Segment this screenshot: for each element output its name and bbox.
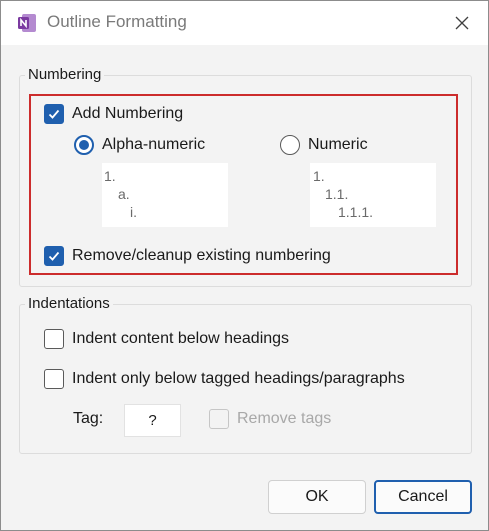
preview-line-2: a.: [118, 186, 130, 202]
preview-line-3: i.: [130, 204, 137, 220]
indent-tagged-label: Indent only below tagged headings/paragr…: [72, 370, 405, 387]
numbering-legend: Numbering: [25, 66, 105, 83]
close-button[interactable]: [447, 9, 477, 37]
alpha-numeric-radio[interactable]: Alpha-numeric: [74, 135, 205, 155]
numeric-label: Numeric: [308, 136, 368, 153]
window-title: Outline Formatting: [47, 12, 187, 31]
onenote-icon: [17, 13, 37, 33]
remove-cleanup-label: Remove/cleanup existing numbering: [72, 247, 331, 264]
numeric-preview: 1. 1.1. 1.1.1.: [310, 163, 436, 227]
remove-tags-checkbox[interactable]: Remove tags: [209, 409, 331, 429]
preview-line-2: 1.1.: [325, 186, 349, 202]
cancel-button[interactable]: Cancel: [374, 480, 472, 514]
checkbox-disabled-box: [209, 409, 229, 429]
indent-content-label: Indent content below headings: [72, 330, 290, 347]
preview-line-1: 1.: [104, 168, 116, 184]
indent-tagged-checkbox[interactable]: Indent only below tagged headings/paragr…: [44, 369, 405, 389]
indent-content-checkbox[interactable]: Indent content below headings: [44, 329, 289, 349]
alpha-numeric-label: Alpha-numeric: [102, 136, 206, 153]
numeric-radio[interactable]: Numeric: [280, 135, 368, 155]
checkbox-checked-box: [44, 246, 64, 266]
indentations-legend: Indentations: [25, 295, 113, 312]
tag-label: Tag:: [73, 410, 104, 427]
check-icon: [48, 109, 60, 119]
remove-tags-label: Remove tags: [237, 410, 332, 427]
preview-line-1: 1.: [313, 168, 325, 184]
checkbox-empty-box: [44, 369, 64, 389]
outline-formatting-dialog: Outline Formatting Numbering Add Numberi…: [0, 0, 489, 531]
remove-cleanup-checkbox[interactable]: Remove/cleanup existing numbering: [44, 246, 331, 266]
ok-button[interactable]: OK: [268, 480, 366, 514]
checkbox-checked-box: [44, 104, 64, 124]
title-bar: Outline Formatting: [1, 1, 488, 45]
tag-input[interactable]: ?: [124, 404, 181, 437]
add-numbering-checkbox[interactable]: Add Numbering: [44, 104, 183, 124]
alpha-numeric-preview: 1. a. i.: [102, 163, 228, 227]
preview-line-3: 1.1.1.: [338, 204, 374, 220]
checkbox-empty-box: [44, 329, 64, 349]
close-icon: [455, 16, 469, 30]
radio-unselected-circle: [280, 135, 300, 155]
check-icon: [48, 251, 60, 261]
add-numbering-label: Add Numbering: [72, 105, 184, 122]
radio-selected-dot: [74, 135, 94, 155]
